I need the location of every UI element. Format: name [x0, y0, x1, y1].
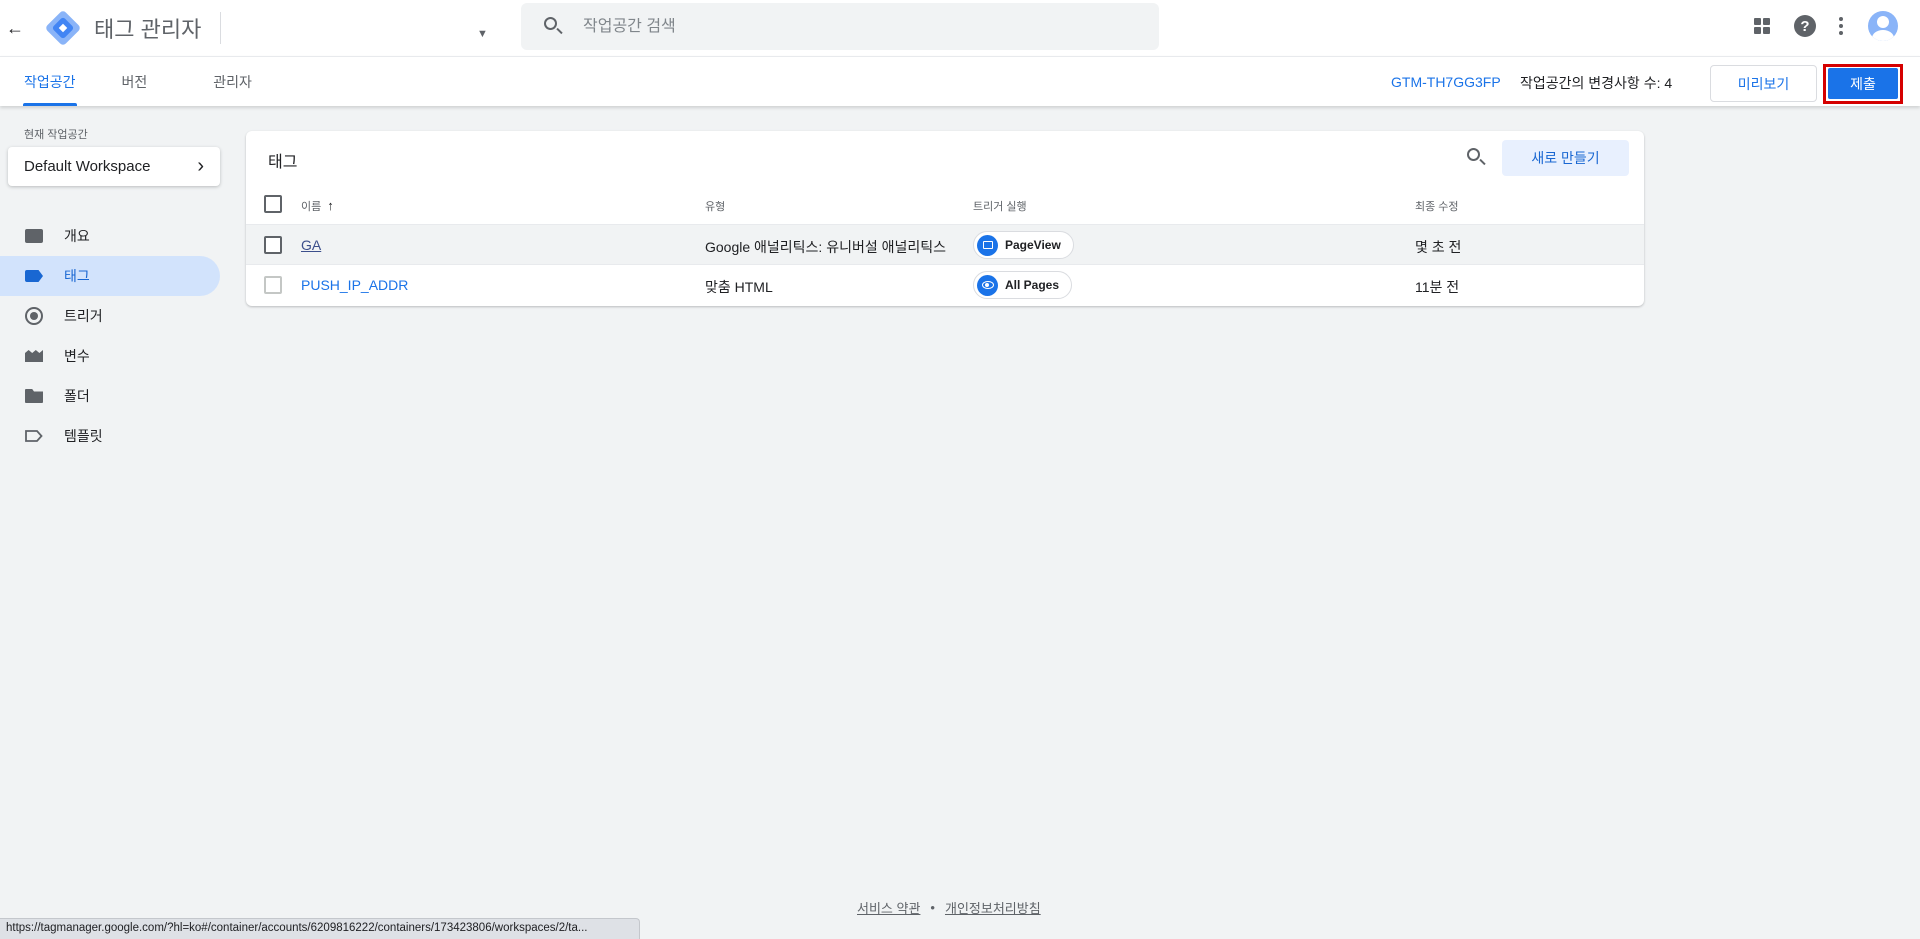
help-icon[interactable]: ? [1794, 15, 1816, 37]
apps-grid-icon[interactable] [1754, 18, 1770, 34]
sidebar-item-tags[interactable]: 태그 [0, 256, 220, 296]
footer-separator: • [930, 900, 935, 915]
new-tag-button[interactable]: 새로 만들기 [1502, 140, 1629, 176]
workspace-changes-count: 작업공간의 변경사항 수: 4 [1520, 75, 1673, 91]
submit-button[interactable]: 제출 [1828, 68, 1898, 99]
footer: 서비스 약관 • 개인정보처리방침 [857, 898, 1041, 917]
tag-name-link[interactable]: PUSH_IP_ADDR [301, 277, 408, 293]
row-checkbox[interactable] [264, 236, 282, 254]
sidebar-nav: 개요 태그 트리거 변수 폴더 템플릿 [0, 216, 220, 456]
trigger-label: All Pages [1005, 278, 1060, 292]
back-arrow-icon[interactable]: ← [0, 0, 30, 56]
tab-workspace[interactable]: 작업공간 [23, 57, 77, 106]
column-header-modified[interactable]: 최종 수정 [1415, 198, 1459, 214]
preview-button[interactable]: 미리보기 [1710, 65, 1817, 102]
sidebar-item-overview[interactable]: 개요 [0, 216, 220, 256]
search-input[interactable] [583, 17, 1083, 36]
chevron-right-icon: › [197, 155, 204, 177]
folder-icon [24, 386, 44, 406]
search-icon[interactable] [1466, 147, 1488, 169]
sidebar-item-label: 태그 [64, 268, 90, 284]
divider [220, 12, 221, 44]
trigger-icon [24, 306, 44, 326]
workspace-search[interactable] [521, 3, 1159, 50]
table-row[interactable]: GA Google 애널리틱스: 유니버설 애널리틱스 PageView 몇 초… [246, 224, 1644, 264]
terms-link[interactable]: 서비스 약관 [857, 898, 920, 917]
search-icon [543, 16, 565, 38]
eye-icon [977, 274, 998, 296]
sidebar-item-label: 트리거 [64, 308, 103, 324]
tab-admin[interactable]: 관리자 [213, 57, 252, 106]
variable-icon [24, 346, 44, 366]
last-modified: 11분 전 [1415, 279, 1460, 295]
sidebar-item-label: 개요 [64, 228, 90, 244]
tag-icon [24, 266, 44, 286]
tag-type: Google 애널리틱스: 유니버설 애널리틱스 [705, 239, 947, 255]
sidebar-item-label: 변수 [64, 348, 90, 364]
trigger-chip[interactable]: All Pages [973, 271, 1073, 299]
current-workspace-label: 현재 작업공간 [24, 129, 88, 141]
app-title: 태그 관리자 [94, 17, 202, 42]
sidebar-item-folders[interactable]: 폴더 [0, 376, 220, 416]
sort-arrow-up-icon: ↑ [327, 198, 334, 213]
more-vert-icon[interactable] [1832, 17, 1850, 35]
sidebar-item-triggers[interactable]: 트리거 [0, 296, 220, 336]
top-app-bar: ← 태그 관리자 ▼ ? [0, 0, 1920, 56]
template-icon [24, 426, 44, 446]
table-header: 이름 ↑ 유형 트리거 실행 최종 수정 [246, 189, 1644, 219]
row-checkbox[interactable] [264, 276, 282, 294]
sidebar-item-variables[interactable]: 변수 [0, 336, 220, 376]
sidebar-item-templates[interactable]: 템플릿 [0, 416, 220, 456]
sidebar-item-label: 템플릿 [64, 428, 103, 444]
tag-manager-logo [44, 9, 82, 47]
container-id-link[interactable]: GTM-TH7GG3FP [1391, 74, 1501, 90]
column-header-trigger[interactable]: 트리거 실행 [973, 198, 1027, 214]
select-all-checkbox[interactable] [264, 195, 282, 213]
workspace-selector[interactable]: Default Workspace › [8, 147, 220, 186]
privacy-link[interactable]: 개인정보처리방침 [945, 898, 1041, 917]
avatar[interactable] [1868, 11, 1898, 41]
tab-bar: 작업공간 버전 관리자 GTM-TH7GG3FP 작업공간의 변경사항 수: 4… [0, 56, 1920, 106]
trigger-label: PageView [1005, 238, 1061, 252]
last-modified: 몇 초 전 [1415, 239, 1462, 255]
top-actions: ? [1754, 0, 1920, 52]
pageview-icon [977, 234, 998, 256]
overview-icon [24, 226, 44, 246]
panel-title: 태그 [268, 154, 298, 171]
table-row[interactable]: PUSH_IP_ADDR 맞춤 HTML All Pages 11분 전 [246, 264, 1644, 304]
tag-name-link[interactable]: GA [301, 237, 321, 253]
column-header-name[interactable]: 이름 ↑ [301, 198, 334, 214]
trigger-chip[interactable]: PageView [973, 231, 1074, 259]
workspace-name: Default Workspace [24, 158, 151, 175]
column-header-type[interactable]: 유형 [705, 198, 725, 214]
tags-panel: 태그 새로 만들기 이름 ↑ 유형 트리거 실행 최종 수정 GA Google … [246, 131, 1644, 306]
status-bar-url: https://tagmanager.google.com/?hl=ko#/co… [0, 918, 640, 939]
account-dropdown-icon[interactable]: ▼ [477, 28, 491, 40]
tag-type: 맞춤 HTML [705, 279, 773, 295]
tab-versions[interactable]: 버전 [122, 57, 148, 106]
sidebar-item-label: 폴더 [64, 388, 90, 404]
